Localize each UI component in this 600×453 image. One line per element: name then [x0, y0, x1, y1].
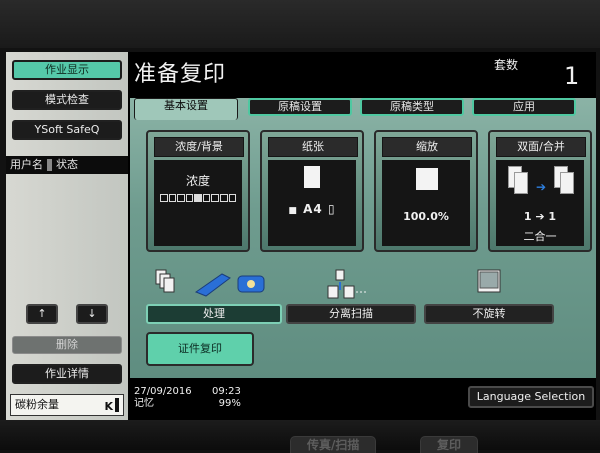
user-name-column: 用户名	[10, 158, 43, 171]
duplex-card[interactable]: 双面/合并 ➔ 1 ➔ 1 二合一	[488, 130, 592, 252]
separate-scan-button[interactable]: 分离扫描	[286, 304, 416, 324]
memory-label: 记忆	[134, 398, 154, 409]
density-step	[168, 194, 177, 202]
finishing-icon	[155, 269, 265, 297]
id-copy-button[interactable]: 证件复印	[146, 332, 254, 366]
tab-original-type[interactable]: 原稿类型	[360, 98, 464, 116]
toner-label: 碳粉余量	[15, 398, 59, 411]
paper-icon	[304, 166, 320, 188]
tab-original-settings[interactable]: 原稿设置	[248, 98, 352, 116]
status-date-memory: 27/09/2016 记忆	[134, 386, 192, 410]
paper-orientation-icon: ▯	[327, 202, 336, 216]
density-scale	[160, 194, 237, 202]
zoom-value: 100.0%	[403, 210, 449, 223]
density-step	[219, 194, 228, 202]
memory-value: 99%	[218, 398, 241, 409]
job-detail-button[interactable]: 作业详情	[12, 364, 122, 384]
scroll-up-button[interactable]: ↑	[26, 304, 58, 324]
copies-label: 套数	[494, 58, 519, 72]
device-bezel-top	[0, 0, 600, 48]
density-step	[160, 194, 168, 202]
scroll-down-button[interactable]: ↓	[76, 304, 108, 324]
status-time-memory: 09:23 99%	[212, 386, 241, 410]
zoom-page-icon	[416, 168, 438, 190]
density-step	[211, 194, 219, 202]
paper-size: ■ A4 ▯	[274, 202, 350, 216]
delete-button[interactable]: 删除	[12, 336, 122, 354]
status-column: 状态	[56, 158, 78, 171]
density-title: 浓度/背景	[154, 137, 244, 157]
mode-check-button[interactable]: 模式检查	[12, 90, 122, 110]
paper-tray-icon: ■	[288, 206, 298, 216]
user-status-header: 用户名 状态	[6, 156, 128, 174]
screen-title: 准备复印	[134, 62, 227, 87]
paper-body: ■ A4 ▯	[268, 160, 356, 246]
separate-scan-icon	[327, 269, 366, 299]
tab-basic-settings[interactable]: 基本设置	[134, 98, 238, 120]
no-rotate-icon	[477, 269, 501, 293]
zoom-body: 100.0%	[382, 160, 470, 246]
job-display-button[interactable]: 作业显示	[12, 60, 122, 80]
no-rotate-button[interactable]: 不旋转	[424, 304, 554, 324]
finishing-button[interactable]: 处理	[146, 304, 282, 324]
duplex-pages-icon: ➔	[502, 166, 578, 196]
zoom-title: 缩放	[382, 137, 472, 157]
left-panel: 作业显示 模式检查 YSoft SafeQ 用户名 状态 ↑ ↓ 删除 作业详情 …	[6, 52, 128, 422]
toner-level-k: K	[104, 400, 113, 413]
density-step	[194, 194, 202, 202]
status-date: 27/09/2016	[134, 386, 192, 397]
combine-mode: 二合一	[523, 230, 557, 243]
toner-bar-icon	[115, 398, 119, 412]
zoom-card[interactable]: 缩放 100.0%	[374, 130, 478, 252]
density-step	[228, 194, 237, 202]
paper-size-value: A4	[303, 202, 323, 216]
touch-screen: 作业显示 模式检查 YSoft SafeQ 用户名 状态 ↑ ↓ 删除 作业详情 …	[6, 52, 596, 422]
tab-application[interactable]: 应用	[472, 98, 576, 116]
paper-card[interactable]: 纸张 ■ A4 ▯	[260, 130, 364, 252]
paper-title: 纸张	[268, 137, 358, 157]
copy-hardware-tab[interactable]: 复印	[420, 436, 479, 453]
toner-remaining: 碳粉余量 K	[10, 394, 124, 416]
duplex-arrow-icon: ➔	[536, 180, 547, 194]
duplex-title: 双面/合并	[496, 137, 586, 157]
copies-value: 1	[564, 62, 580, 90]
duplex-body: ➔ 1 ➔ 1 二合一	[496, 160, 584, 246]
duplex-mode: 1 ➔ 1	[523, 210, 557, 223]
density-step	[177, 194, 185, 202]
density-step	[202, 194, 211, 202]
fax-scan-hardware-tab[interactable]: 传真/扫描	[290, 436, 377, 453]
language-selection-button[interactable]: Language Selection	[468, 386, 594, 408]
density-step	[185, 194, 194, 202]
density-body: 浓度	[154, 160, 242, 246]
ysoft-safeq-button[interactable]: YSoft SafeQ	[12, 120, 122, 140]
density-label: 浓度	[185, 174, 210, 188]
status-time: 09:23	[212, 386, 241, 397]
density-card[interactable]: 浓度/背景 浓度	[146, 130, 250, 252]
